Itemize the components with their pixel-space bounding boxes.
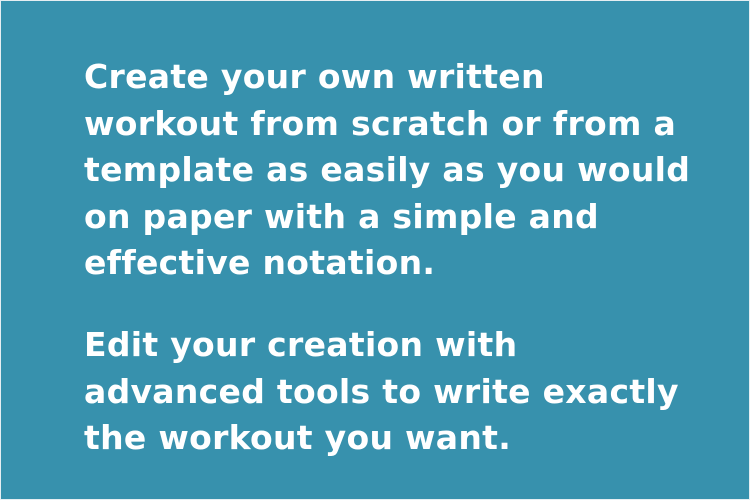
paragraph-edit-creation: Edit your creation with advanced tools t…: [84, 325, 679, 457]
promo-panel: Create your own written workout from scr…: [0, 0, 750, 500]
paragraph-create-workout: Create your own written workout from scr…: [84, 57, 691, 282]
